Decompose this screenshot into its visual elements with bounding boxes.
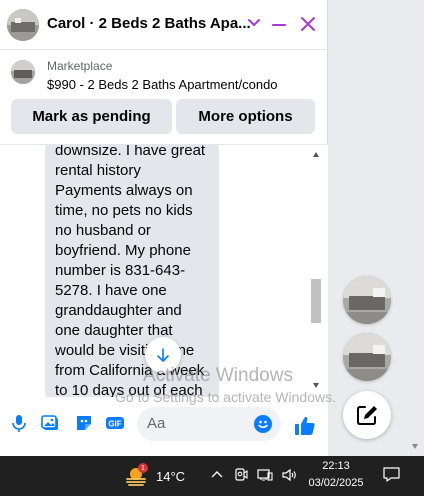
chevron-up-icon[interactable] (209, 467, 225, 483)
listing-source: Marketplace (47, 59, 113, 73)
close-icon[interactable] (300, 16, 316, 32)
activation-watermark-subtitle: Go to Settings to activate Windows. (115, 389, 336, 405)
notification-icon[interactable] (383, 467, 400, 483)
sticker-icon[interactable] (74, 413, 94, 433)
message-bubble: downsize. I have great rental history Pa… (45, 145, 219, 397)
contact-bubble-2[interactable] (343, 333, 391, 381)
more-options-button[interactable]: More options (176, 99, 315, 134)
meet-icon[interactable] (233, 467, 249, 483)
minimize-icon[interactable] (272, 24, 286, 26)
weather-badge: 1 (138, 463, 148, 473)
compose-icon (357, 406, 377, 425)
emoji-icon[interactable] (254, 415, 272, 433)
activation-watermark-title: Activate Windows (143, 365, 293, 386)
like-thumb-icon[interactable] (294, 415, 316, 437)
mark-pending-button[interactable]: Mark as pending (11, 99, 172, 134)
scrollbar-thumb[interactable] (311, 279, 321, 323)
composer: GIF Aa (0, 397, 328, 456)
gif-icon[interactable]: GIF (105, 413, 125, 433)
photo-icon[interactable] (41, 413, 61, 433)
chat-header: Carol · 2 Beds 2 Baths Apa... (0, 0, 328, 50)
arrow-down-icon (157, 348, 169, 362)
new-message-button[interactable] (343, 391, 391, 439)
clock-time[interactable]: 22:13 (306, 460, 366, 472)
listing-title[interactable]: $990 - 2 Beds 2 Baths Apartment/condo (47, 77, 278, 92)
clock-date[interactable]: 03/02/2025 (306, 477, 366, 489)
network-icon[interactable] (257, 467, 273, 483)
page-scroll-down-icon[interactable] (412, 444, 418, 449)
listing-card: Marketplace $990 - 2 Beds 2 Baths Apartm… (0, 50, 328, 145)
thread-scrollbar[interactable] (308, 145, 324, 397)
listing-thumbnail[interactable] (11, 60, 35, 84)
chevron-down-icon[interactable] (247, 15, 261, 29)
contact-bubble-1[interactable] (343, 276, 391, 324)
microphone-icon[interactable] (9, 413, 29, 433)
message-text: downsize. I have great rental history Pa… (55, 145, 206, 397)
scroll-down-icon[interactable] (313, 383, 319, 388)
message-input-placeholder: Aa (147, 415, 166, 432)
message-thread[interactable]: downsize. I have great rental history Pa… (0, 145, 328, 397)
volume-icon[interactable] (281, 467, 297, 483)
svg-text:GIF: GIF (108, 420, 121, 429)
chat-title[interactable]: Carol · 2 Beds 2 Baths Apa... (47, 15, 251, 32)
taskbar: 1 14°C 22:13 03/02/2025 (0, 456, 424, 496)
scroll-up-icon[interactable] (313, 152, 319, 157)
temperature[interactable]: 14°C (156, 469, 185, 484)
chat-window: Carol · 2 Beds 2 Baths Apa... Marketplac… (0, 0, 328, 456)
message-input[interactable]: Aa (137, 407, 281, 441)
avatar[interactable] (7, 9, 39, 41)
